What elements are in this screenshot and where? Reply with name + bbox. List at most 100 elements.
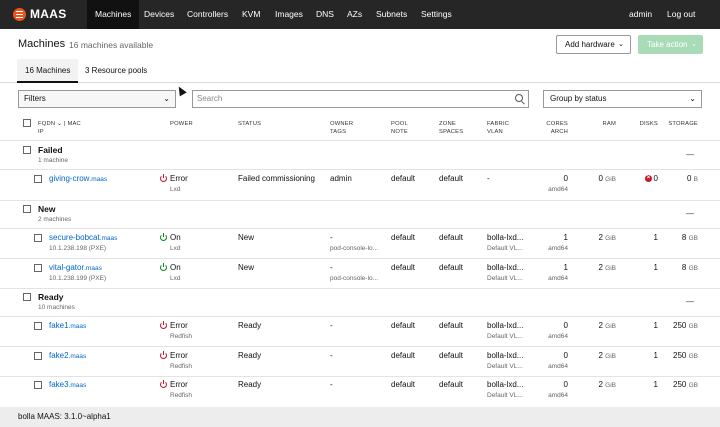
machine-pool[interactable]: default (391, 174, 415, 183)
column-header-power[interactable]: POWER (170, 120, 193, 128)
machine-zone[interactable]: default (439, 351, 463, 360)
machine-cores: 1 (563, 263, 568, 272)
machine-status: New (238, 233, 255, 242)
row-checkbox[interactable] (34, 175, 42, 183)
column-header-cores[interactable]: CORES ARCH (530, 120, 568, 136)
divider (0, 288, 720, 289)
machine-zone[interactable]: default (439, 321, 463, 330)
nav-item-images[interactable]: Images (267, 0, 311, 29)
column-header-zone[interactable]: ZONE SPACES (439, 120, 463, 136)
tab-machines[interactable]: 16 Machines (17, 59, 79, 83)
nav-item-controllers[interactable]: Controllers (179, 0, 236, 29)
nav-item-dns[interactable]: DNS (308, 0, 342, 29)
power-state[interactable]: Error (170, 321, 188, 330)
power-state[interactable]: Error (170, 351, 188, 360)
group-checkbox[interactable] (23, 293, 31, 301)
nav-item-machines[interactable]: Machines (87, 0, 140, 29)
power-state[interactable]: Error (170, 174, 188, 183)
power-state[interactable]: On (170, 263, 181, 272)
tab-resource-pools[interactable]: 3 Resource pools (77, 59, 155, 83)
power-type: Lxd (170, 275, 181, 282)
column-header-pool[interactable]: POOL NOTE (391, 120, 408, 136)
machine-disks: 1 (653, 233, 658, 242)
nav-item-subnets[interactable]: Subnets (368, 0, 415, 29)
machine-fqdn-link[interactable]: fake3.maas (49, 380, 86, 389)
search-icon[interactable] (515, 94, 523, 102)
machine-arch: amd64 (548, 245, 568, 252)
machine-zone[interactable]: default (439, 380, 463, 389)
machine-fqdn-link[interactable]: giving-crow.maas (49, 174, 107, 183)
machine-arch: amd64 (548, 392, 568, 399)
machine-pool[interactable]: default (391, 380, 415, 389)
group-by-select[interactable]: Group by status ⌄ (543, 90, 702, 108)
machine-ram: 0 GiB (598, 174, 616, 183)
maas-logo-icon[interactable] (13, 8, 26, 21)
machine-cores: 1 (563, 233, 568, 242)
column-header-owner[interactable]: OWNER TAGS (330, 120, 353, 136)
group-checkbox[interactable] (23, 205, 31, 213)
divider (0, 140, 720, 141)
machine-fqdn-link[interactable]: fake2.maas (49, 351, 86, 360)
column-header-ram[interactable]: RAM (590, 120, 616, 128)
machine-fqdn-link[interactable]: vital-gator.maas (49, 263, 102, 272)
machine-fqdn-link[interactable]: secure-bobcat.maas (49, 233, 117, 242)
collapse-group-button[interactable]: — (686, 297, 694, 306)
select-all-checkbox[interactable] (23, 119, 31, 127)
machine-fqdn-link[interactable]: fake1.maas (49, 321, 86, 330)
machine-pool[interactable]: default (391, 263, 415, 272)
column-header-fqdn[interactable]: FQDN ⌄ | MAC IP (38, 120, 81, 136)
nav-item-settings[interactable]: Settings (413, 0, 460, 29)
group-count: 2 machines (38, 216, 72, 223)
collapse-group-button[interactable]: — (686, 209, 694, 218)
row-checkbox[interactable] (34, 264, 42, 272)
search-input[interactable]: Search (192, 90, 529, 108)
machine-disks: 1 (653, 351, 658, 360)
column-header-storage[interactable]: STORAGE (664, 120, 698, 128)
filters-dropdown[interactable]: Filters ⌄ (18, 90, 176, 108)
row-checkbox[interactable] (34, 352, 42, 360)
machine-pool[interactable]: default (391, 351, 415, 360)
search-placeholder: Search (197, 94, 223, 103)
machine-storage: 250 GB (673, 351, 698, 360)
power-type: Redfish (170, 392, 193, 399)
footer-host: bolla MAAS: (18, 412, 63, 421)
column-header-fabric[interactable]: FABRIC VLAN (487, 120, 509, 136)
machine-pool[interactable]: default (391, 321, 415, 330)
machine-storage: 0 B (686, 174, 698, 183)
power-state[interactable]: Error (170, 380, 188, 389)
column-header-status[interactable]: STATUS (238, 120, 261, 128)
chevron-down-icon: ⌄ (57, 121, 63, 127)
machine-storage: 8 GB (681, 263, 698, 272)
machine-tags: pod-console-lo... (330, 275, 379, 282)
machine-zone[interactable]: default (439, 233, 463, 242)
machine-pool[interactable]: default (391, 233, 415, 242)
collapse-group-button[interactable]: — (686, 150, 694, 159)
add-hardware-button[interactable]: Add hardware ⌄ (556, 35, 631, 54)
row-checkbox[interactable] (34, 234, 42, 242)
chevron-down-icon: ⌄ (691, 41, 697, 48)
power-state[interactable]: On (170, 233, 181, 242)
row-checkbox[interactable] (34, 322, 42, 330)
machine-zone[interactable]: default (439, 174, 463, 183)
machine-disks: 1 (653, 380, 658, 389)
user-menu[interactable]: admin (621, 0, 660, 29)
brand-name[interactable]: MAAS (30, 7, 67, 21)
page-title: Machines (18, 38, 66, 50)
machine-status: Ready (238, 351, 262, 360)
machine-fabric: bolla-lxd... (487, 351, 524, 360)
group-checkbox[interactable] (23, 146, 31, 154)
column-header-disks[interactable]: DISKS (630, 120, 658, 128)
machine-owner: admin (330, 174, 352, 183)
group-title: Failed (38, 145, 63, 155)
logout-link[interactable]: Log out (659, 0, 703, 29)
machine-zone[interactable]: default (439, 263, 463, 272)
nav-item-devices[interactable]: Devices (136, 0, 182, 29)
machine-disks: 0 (653, 174, 658, 183)
row-checkbox[interactable] (34, 381, 42, 389)
divider (0, 200, 720, 201)
add-hardware-label: Add hardware (565, 40, 615, 49)
machine-cores: 0 (563, 321, 568, 330)
nav-item-kvm[interactable]: KVM (234, 0, 268, 29)
nav-item-azs[interactable]: AZs (339, 0, 370, 29)
take-action-button[interactable]: Take action ⌄ (638, 35, 703, 54)
